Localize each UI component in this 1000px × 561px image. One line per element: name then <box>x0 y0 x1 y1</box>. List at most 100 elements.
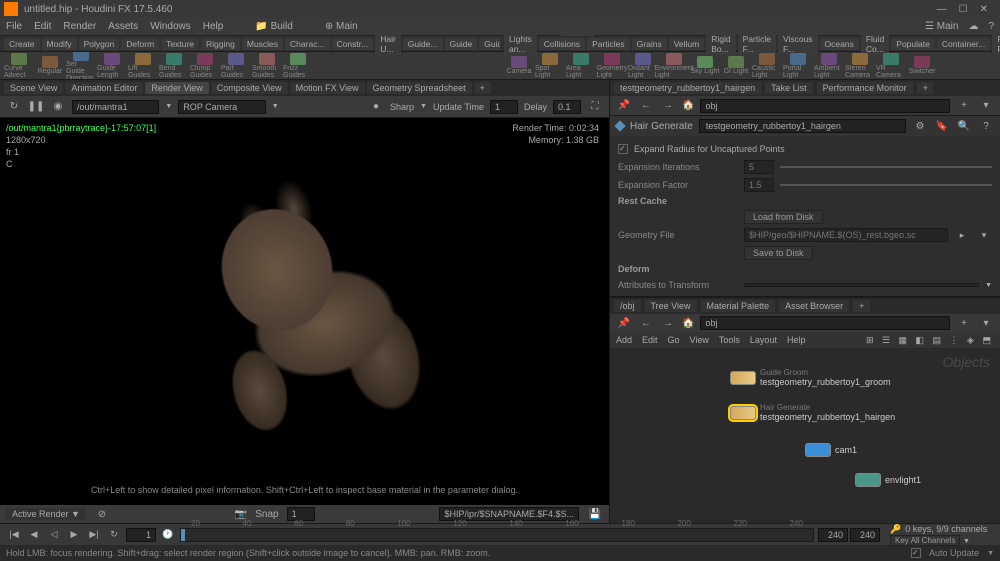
prev-frame-button[interactable]: ◀ <box>26 527 42 543</box>
shelf-tool[interactable]: Lift Guides <box>128 53 158 79</box>
shelf-tool[interactable]: Clump Guides <box>190 53 220 79</box>
shelf-tool[interactable]: Environment Light <box>659 53 689 79</box>
desktop-main[interactable]: ⊕ Main <box>325 21 358 32</box>
net-tab-tree[interactable]: Tree View <box>645 300 697 312</box>
shelf-tab[interactable]: Pyro FX <box>992 33 1000 55</box>
desktop-build[interactable]: 📁 Build <box>255 21 292 32</box>
filter-dropdown[interactable]: ▼ <box>420 103 427 110</box>
shelf-tool[interactable]: Part Guides <box>221 53 251 79</box>
net-add-icon[interactable]: + <box>956 315 972 331</box>
menu-assets[interactable]: Assets <box>108 21 138 32</box>
shelf-tab[interactable]: Hair U... <box>375 33 401 55</box>
tab-render-view[interactable]: Render View <box>145 82 208 94</box>
timeline-playhead[interactable] <box>181 529 185 541</box>
shelf-tool[interactable]: GI Light <box>721 56 751 75</box>
net-back-icon[interactable]: ← <box>638 315 654 331</box>
tag-icon[interactable]: 🔖 <box>934 118 950 134</box>
desktop-main2[interactable]: ☰ Main <box>925 21 958 32</box>
gear-icon[interactable]: ⚙ <box>912 118 928 134</box>
network-editor[interactable]: Objects Guide Groom testgeometry_rubbert… <box>610 348 1000 523</box>
tab-motionfx[interactable]: Motion FX View <box>290 82 365 94</box>
param-add-icon[interactable]: + <box>956 98 972 114</box>
shelf-tab[interactable]: Grains <box>632 38 667 50</box>
key-all-dropdown[interactable]: ▼ <box>963 538 970 545</box>
current-frame-field[interactable] <box>126 528 156 542</box>
tab-geo-spread[interactable]: Geometry Spreadsheet <box>367 82 472 94</box>
tab-anim-editor[interactable]: Animation Editor <box>65 82 143 94</box>
active-render-dropdown[interactable]: Active Render ▼ <box>6 508 86 520</box>
shelf-tool[interactable]: Guide Length <box>97 53 127 79</box>
shelf-tool[interactable]: Smooth Guides <box>252 53 282 79</box>
tab-add[interactable]: + <box>474 82 491 94</box>
expand-button[interactable]: ⛶ <box>587 99 603 115</box>
net-path-field[interactable]: obj <box>700 316 950 330</box>
menu-render[interactable]: Render <box>63 21 96 32</box>
help-icon[interactable]: ? <box>988 21 994 32</box>
net-tab-asset[interactable]: Asset Browser <box>779 300 849 312</box>
auto-update-dropdown[interactable]: ▼ <box>987 550 994 557</box>
geo-file-field[interactable]: $HIP/geo/$HIPNAME.$(OS)_rest.bgeo.sc <box>744 228 948 242</box>
range-end-field[interactable] <box>850 528 880 542</box>
shelf-tab[interactable]: Guide <box>445 38 478 50</box>
net-tab-obj[interactable]: /obj <box>614 300 641 312</box>
net-menu-help[interactable]: Help <box>787 335 806 345</box>
save-to-disk-button[interactable]: Save to Disk <box>744 246 813 260</box>
node-envlight[interactable]: envlight1 <box>855 473 921 487</box>
shelf-tool[interactable]: Caustic Light <box>752 53 782 79</box>
net-tab-add[interactable]: + <box>853 300 870 312</box>
pause-button[interactable]: ❚❚ <box>28 99 44 115</box>
shelf-tab[interactable]: Oceans <box>820 38 859 50</box>
node-name-field[interactable]: testgeometry_rubbertoy1_hairgen <box>699 119 906 133</box>
shelf-tab[interactable]: Muscles <box>242 38 283 50</box>
exp-fac-slider[interactable] <box>780 184 992 186</box>
param-tab-takes[interactable]: Take List <box>765 82 813 94</box>
maximize-button[interactable]: ☐ <box>959 4 968 15</box>
menu-windows[interactable]: Windows <box>150 21 191 32</box>
param-tab-perf[interactable]: Performance Monitor <box>817 82 913 94</box>
delay-field[interactable] <box>553 100 581 114</box>
render-view[interactable]: /out/mantra1{pbrraytrace}-17:57:07[1] 12… <box>0 118 609 505</box>
help-node-icon[interactable]: ? <box>978 118 994 134</box>
shelf-tab[interactable]: Viscous F... <box>778 33 818 55</box>
net-menu-add[interactable]: Add <box>616 335 632 345</box>
net-menu-view[interactable]: View <box>690 335 709 345</box>
tab-composite[interactable]: Composite View <box>211 82 288 94</box>
menu-edit[interactable]: Edit <box>34 21 51 32</box>
auto-update-checkbox[interactable] <box>911 548 921 558</box>
timeline-track[interactable]: 20406080100120140160180200220240 <box>180 528 814 542</box>
filter-sharp[interactable]: Sharp <box>390 102 414 112</box>
load-from-disk-button[interactable]: Load from Disk <box>744 210 823 224</box>
net-menu-tools[interactable]: Tools <box>719 335 740 345</box>
net-menu-icon[interactable]: ▾ <box>978 315 994 331</box>
shelf-tab[interactable]: Modify <box>42 38 77 50</box>
menu-help[interactable]: Help <box>203 21 224 32</box>
shelf-tool[interactable]: Portal Light <box>783 53 813 79</box>
shelf-tool[interactable]: Curve Advect <box>4 53 34 79</box>
shelf-tab[interactable]: Create <box>4 38 40 50</box>
pin-icon[interactable]: 📌 <box>616 98 632 114</box>
shelf-tab[interactable]: Rigging <box>201 38 240 50</box>
shelf-tab[interactable]: Guide... <box>403 38 443 50</box>
shelf-tool[interactable]: Stereo Camera <box>845 53 875 79</box>
net-tool-icon[interactable]: ⊞ ☰ ▦ ◧ ▤ ⋮ ◈ ⬒ <box>866 335 994 346</box>
net-menu-edit[interactable]: Edit <box>642 335 658 345</box>
exp-iter-slider[interactable] <box>780 166 992 168</box>
net-tab-mat[interactable]: Material Palette <box>701 300 776 312</box>
shelf-tool[interactable]: Regular <box>35 56 65 75</box>
attr-trans-field[interactable] <box>744 283 979 287</box>
shelf-tab[interactable]: Container... <box>937 38 990 50</box>
param-tab-add[interactable]: + <box>917 82 934 94</box>
expand-checkbox[interactable] <box>618 144 628 154</box>
save-render-button[interactable]: ◉ <box>50 99 66 115</box>
shelf-tab[interactable]: Rigid Bo... <box>706 33 735 55</box>
param-tab-node[interactable]: testgeometry_rubbertoy1_hairgen <box>614 82 761 94</box>
close-button[interactable]: ✕ <box>980 4 988 15</box>
kill-render-icon[interactable]: ⊘ <box>94 506 110 522</box>
exp-iter-field[interactable]: 5 <box>744 160 774 174</box>
play-back-button[interactable]: ◁ <box>46 527 62 543</box>
play-button[interactable]: ▶ <box>66 527 82 543</box>
shelf-tab[interactable]: Texture <box>161 38 199 50</box>
next-frame-button[interactable]: ▶| <box>86 527 102 543</box>
shelf-tab[interactable]: Lights an... <box>504 33 537 55</box>
shelf-tab[interactable]: Constr... <box>332 38 374 50</box>
